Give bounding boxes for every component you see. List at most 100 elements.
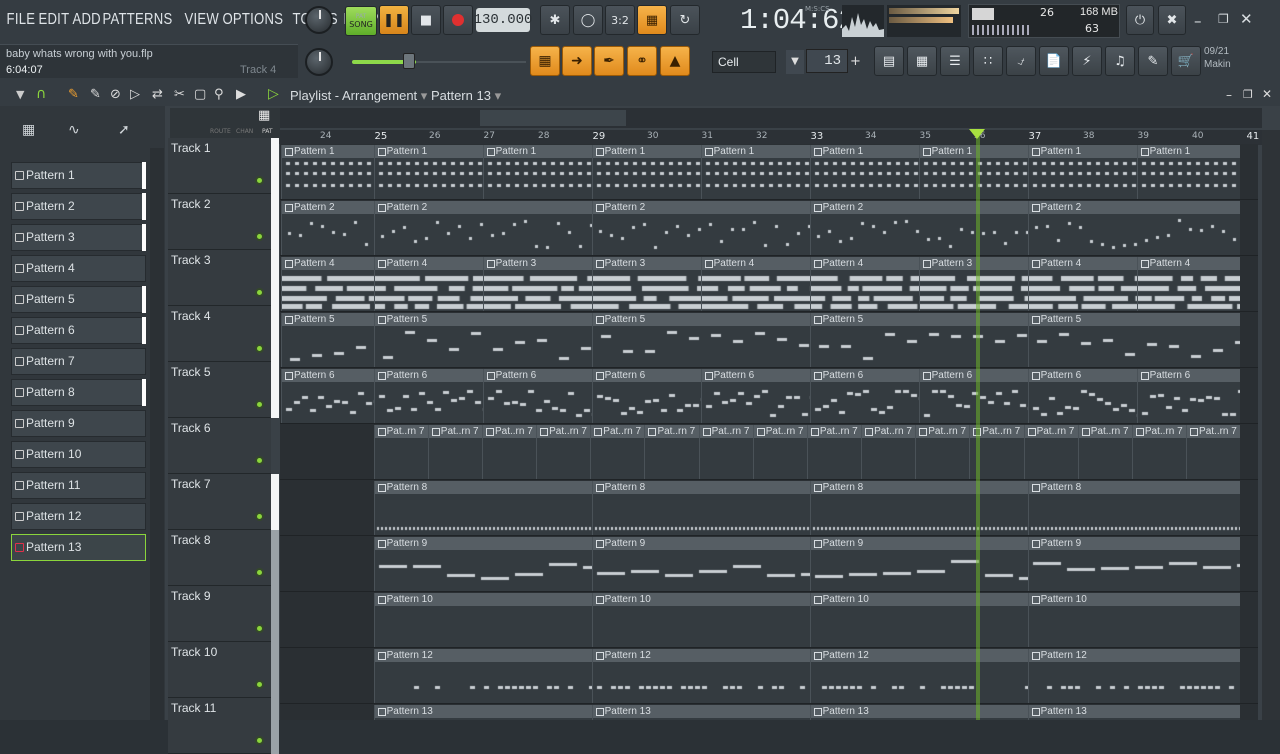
volume-slider-handle[interactable] <box>403 53 415 69</box>
track-header[interactable]: Track 4 <box>168 306 271 362</box>
pattern-clip[interactable]: Pattern 6 <box>281 369 374 423</box>
track-lane[interactable]: Pattern 6 Pattern 6 Pattern 6 Pattern 6 Patt… <box>280 368 1258 424</box>
pattern-clip[interactable]: Pattern 1 <box>482 145 592 199</box>
track-lane[interactable]: Pattern 8 Pattern 8 Pattern 8 Pattern 8 <box>280 480 1258 536</box>
plug-icon[interactable]: ⚡ <box>1072 46 1102 76</box>
brush-icon[interactable]: ✒ <box>594 46 624 76</box>
track-mute-led[interactable] <box>255 232 264 241</box>
maximize-button[interactable]: ❐ <box>1218 12 1229 26</box>
piano-roll-button[interactable]: ➜ <box>562 46 592 76</box>
pattern-clip[interactable]: Pattern 3 <box>591 257 701 311</box>
audio-view-icon[interactable]: ∿ <box>68 122 80 138</box>
snap-select[interactable]: Cell <box>712 51 776 73</box>
file-icon[interactable]: 📄 <box>1039 46 1069 76</box>
power-icon[interactable]: ⏻ <box>1126 5 1154 35</box>
pattern-clip[interactable]: Pattern 1 <box>700 145 810 199</box>
pencil-icon[interactable]: ✎ <box>68 87 79 102</box>
title-dropdown-icon[interactable]: ▾ <box>421 88 428 103</box>
horizontal-scrollbar[interactable] <box>280 108 1262 128</box>
pattern-clip[interactable]: Pat..rn 7 <box>373 425 428 479</box>
paint-icon[interactable]: ✎ <box>90 87 101 102</box>
pattern-clip[interactable]: Pattern 1 <box>281 145 374 199</box>
track-mute-led[interactable] <box>255 456 264 465</box>
pin-icon[interactable]: ✎ <box>1138 46 1168 76</box>
pattern-clip[interactable]: Pattern 2 <box>1027 201 1241 255</box>
pattern-clip[interactable]: Pattern 1 <box>809 145 919 199</box>
channel-rack-icon[interactable]: ▤ <box>874 46 904 76</box>
pattern-clip[interactable]: Pattern 4 <box>1136 257 1241 311</box>
playhead-marker[interactable] <box>969 129 985 139</box>
pattern-clip[interactable]: Pattern 3 <box>918 257 1028 311</box>
timeline-ruler[interactable]: 242526272829303132333435363738394041 <box>280 130 1280 145</box>
tempo-display[interactable]: 130.000 <box>474 8 532 32</box>
step-down-button[interactable]: ▼ <box>786 50 804 74</box>
vertical-scrollbar[interactable] <box>1262 130 1280 720</box>
track-header[interactable]: Track 7 <box>168 474 271 530</box>
picker-item[interactable]: Pattern 13 <box>11 534 146 561</box>
track-header[interactable]: Track 1 <box>168 138 271 194</box>
automation-view-icon[interactable]: ➚ <box>118 122 130 138</box>
track-mute-led[interactable] <box>255 624 264 633</box>
pattern-clip[interactable]: Pat..rn 7 <box>1131 425 1187 479</box>
pattern-clip[interactable]: Pattern 2 <box>809 201 1028 255</box>
track-mute-led[interactable] <box>255 288 264 297</box>
picker-item[interactable]: Pattern 1 <box>11 162 146 189</box>
pattern-clip[interactable]: Pattern 13 <box>1027 705 1241 720</box>
playback-icon[interactable]: ▶ <box>236 87 246 102</box>
track-lane[interactable]: Pattern 2 Pattern 2 Pattern 2 Pattern 2 Patt… <box>280 200 1258 256</box>
play-button[interactable]: ❚❚ <box>379 5 409 35</box>
menu-patterns[interactable]: PATTERNS <box>100 11 175 29</box>
track-header[interactable]: Track 2 <box>168 194 271 250</box>
pattern-clip[interactable]: Pattern 2 <box>281 201 374 255</box>
pattern-icon[interactable]: ▦ <box>258 108 270 123</box>
pattern-clip[interactable]: Pattern 10 <box>591 593 810 647</box>
piano-roll-icon[interactable]: ▦ <box>907 46 937 76</box>
track-header[interactable]: Track 3 <box>168 250 271 306</box>
mute-icon[interactable]: ▷ <box>130 87 140 102</box>
pattern-clip[interactable]: Pattern 6 <box>918 369 1028 423</box>
pattern-clip[interactable]: Pattern 10 <box>1027 593 1241 647</box>
menu-options[interactable]: OPTIONS <box>220 11 286 29</box>
track-header[interactable]: Track 9 <box>168 586 271 642</box>
pattern-clip[interactable]: Pat..rn 7 <box>590 425 645 479</box>
pattern-clip[interactable]: Pat..rn 7 <box>806 425 862 479</box>
pattern-clip[interactable]: Pattern 1 <box>1027 145 1137 199</box>
pattern-clip[interactable]: Pattern 1 <box>591 145 701 199</box>
pattern-clip[interactable]: Pat..rn 7 <box>915 425 970 479</box>
pattern-clip[interactable]: Pattern 5 <box>281 313 374 367</box>
pattern-clip[interactable]: Pat..rn 7 <box>861 425 916 479</box>
track-mute-led[interactable] <box>255 680 264 689</box>
menu-file[interactable]: FILE <box>0 11 38 29</box>
mixer-icon[interactable]: ☰ <box>940 46 970 76</box>
step-edit-button[interactable]: ▦ <box>637 5 667 35</box>
pattern-clip[interactable]: Pat..rn 7 <box>427 425 482 479</box>
track-mute-led[interactable] <box>255 344 264 353</box>
picker-item[interactable]: Pattern 7 <box>11 348 146 375</box>
track-lane[interactable]: Pattern 10 Pattern 10 Pattern 10 Pattern 10 <box>280 592 1258 648</box>
pattern-number[interactable]: 13 <box>806 49 848 73</box>
picker-item[interactable]: Pattern 2 <box>11 193 146 220</box>
track-header[interactable]: Track 11 <box>168 698 271 754</box>
pattern-clip[interactable]: Pattern 4 <box>1027 257 1137 311</box>
playlist-title[interactable]: Playlist - Arrangement <box>290 88 417 103</box>
pattern-clip[interactable]: Pat..rn 7 <box>1077 425 1132 479</box>
pattern-clip[interactable]: Pattern 13 <box>591 705 810 720</box>
pattern-clip[interactable]: Pattern 6 <box>1136 369 1241 423</box>
pattern-clip[interactable]: Pattern 12 <box>809 649 1028 703</box>
slice-icon[interactable]: ✂ <box>174 87 185 102</box>
track-lane[interactable]: Pattern 4 Pattern 4 Pattern 3 Pattern 3 Patt… <box>280 256 1258 312</box>
cart-icon[interactable]: 🛒 <box>1171 46 1201 76</box>
restore-icon[interactable]: ❐ <box>1243 88 1253 101</box>
arrangement-grid[interactable]: Pattern 1 Pattern 1 Pattern 1 Pattern 1 Patt… <box>280 144 1258 720</box>
pattern-clip[interactable]: Pattern 8 <box>809 481 1028 535</box>
pattern-clip[interactable]: Pat..rn 7 <box>1186 425 1241 479</box>
pattern-clip[interactable]: Pattern 6 <box>809 369 919 423</box>
browser-button[interactable]: ▲ <box>660 46 690 76</box>
track-mute-led[interactable] <box>255 736 264 745</box>
pattern-clip[interactable]: Pattern 5 <box>373 313 592 367</box>
add-pattern-button[interactable]: + <box>850 50 866 74</box>
pattern-clip[interactable]: Pattern 6 <box>591 369 701 423</box>
picker-item[interactable]: Pattern 8 <box>11 379 146 406</box>
song-mode-button[interactable]: PAT SONG <box>345 6 377 36</box>
pattern-clip[interactable]: Pattern 8 <box>1027 481 1241 535</box>
